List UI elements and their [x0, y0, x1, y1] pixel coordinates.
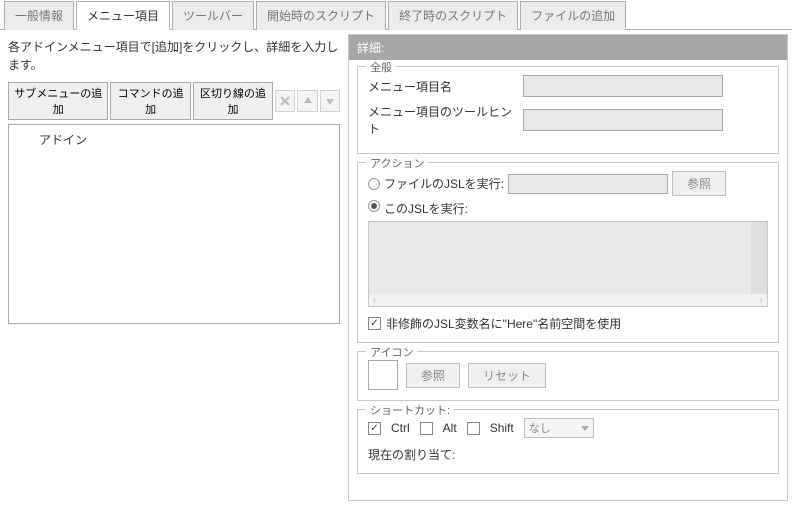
- menu-name-label: メニュー項目名: [368, 78, 523, 95]
- alt-checkbox[interactable]: [420, 422, 433, 435]
- browse-icon-button[interactable]: 参照: [406, 363, 460, 388]
- tab-add-files[interactable]: ファイルの追加: [520, 1, 626, 30]
- alt-label: Alt: [443, 421, 457, 435]
- action-legend: アクション: [366, 155, 428, 171]
- instruction-text: 各アドインメニュー項目で[追加]をクリックし、詳細を入力します。: [8, 38, 340, 74]
- detail-panel: 詳細: 全般 メニュー項目名 メニュー項目のツールヒント アクション ファイルの…: [348, 34, 788, 501]
- icon-legend: アイコン: [366, 344, 417, 360]
- icon-preview: [368, 360, 398, 390]
- add-separator-button[interactable]: 区切り線の追加: [193, 82, 273, 120]
- action-fieldset: アクション ファイルのJSLを実行: 参照 このJSLを実行: ‹›: [357, 162, 779, 343]
- ctrl-label: Ctrl: [391, 421, 410, 435]
- shortcut-legend: ショートカット:: [366, 402, 454, 418]
- move-down-icon: [320, 90, 340, 112]
- icon-fieldset: アイコン 参照 リセット: [357, 351, 779, 401]
- shift-label: Shift: [490, 421, 514, 435]
- add-command-button[interactable]: コマンドの追加: [110, 82, 190, 120]
- ctrl-checkbox[interactable]: [368, 422, 381, 435]
- script-textarea[interactable]: ‹›: [368, 221, 768, 307]
- key-select[interactable]: なし: [524, 418, 594, 438]
- menu-tree[interactable]: アドイン: [8, 124, 340, 324]
- detail-header: 詳細:: [349, 35, 787, 60]
- here-namespace-checkbox[interactable]: [368, 317, 381, 330]
- general-fieldset: 全般 メニュー項目名 メニュー項目のツールヒント: [357, 66, 779, 154]
- delete-icon: [275, 90, 295, 112]
- tab-shutdown-script[interactable]: 終了時のスクリプト: [388, 1, 518, 30]
- shift-checkbox[interactable]: [467, 422, 480, 435]
- menu-toolbar: サブメニューの追加 コマンドの追加 区切り線の追加: [8, 82, 340, 120]
- left-panel: 各アドインメニュー項目で[追加]をクリックし、詳細を入力します。 サブメニューの…: [0, 30, 348, 505]
- scrollbar-vertical[interactable]: [751, 222, 767, 294]
- menu-tooltip-label: メニュー項目のツールヒント: [368, 103, 523, 137]
- general-legend: 全般: [366, 60, 396, 75]
- run-this-label: このJSLを実行:: [384, 200, 468, 217]
- reset-icon-button[interactable]: リセット: [468, 363, 546, 388]
- shortcut-fieldset: ショートカット: Ctrl Alt Shift なし 現在の割り当て:: [357, 409, 779, 474]
- tab-menu-items[interactable]: メニュー項目: [76, 1, 170, 30]
- tab-general[interactable]: 一般情報: [4, 1, 74, 30]
- current-assignment-label: 現在の割り当て:: [368, 446, 455, 463]
- here-namespace-label: 非修飾のJSL変数名に"Here"名前空間を使用: [386, 315, 621, 332]
- tab-bar: 一般情報 メニュー項目 ツールバー 開始時のスクリプト 終了時のスクリプト ファ…: [0, 0, 792, 30]
- tab-toolbar[interactable]: ツールバー: [172, 1, 254, 30]
- add-submenu-button[interactable]: サブメニューの追加: [8, 82, 108, 120]
- scrollbar-horizontal[interactable]: ‹›: [369, 294, 767, 306]
- move-up-icon: [297, 90, 317, 112]
- run-file-input[interactable]: [508, 174, 668, 194]
- browse-file-button[interactable]: 参照: [672, 171, 726, 196]
- menu-name-input[interactable]: [523, 75, 723, 97]
- run-this-radio[interactable]: [368, 200, 380, 212]
- tree-item[interactable]: アドイン: [21, 129, 327, 150]
- run-file-label: ファイルのJSLを実行:: [384, 175, 504, 192]
- tab-startup-script[interactable]: 開始時のスクリプト: [256, 1, 386, 30]
- menu-tooltip-input[interactable]: [523, 109, 723, 131]
- run-file-radio[interactable]: [368, 178, 380, 190]
